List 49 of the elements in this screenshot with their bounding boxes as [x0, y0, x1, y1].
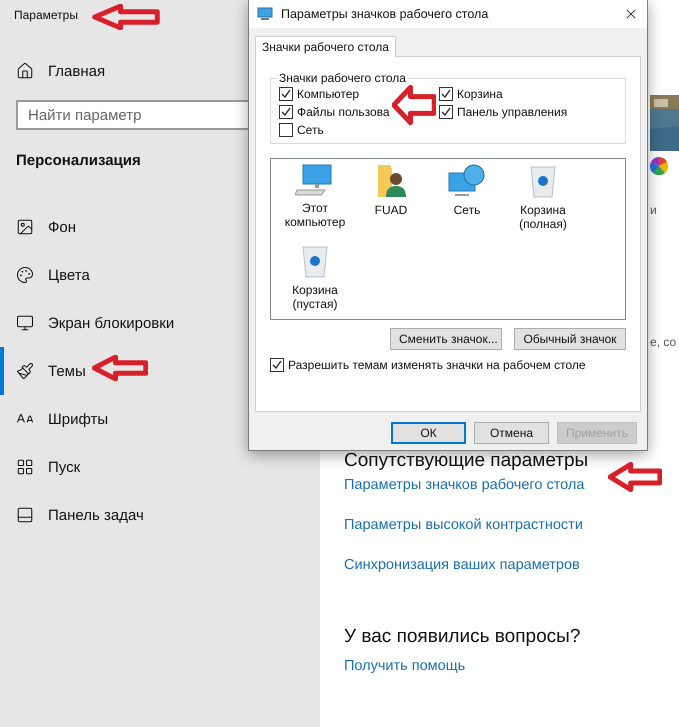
checkbox[interactable] — [279, 123, 293, 137]
app-title: Параметры — [14, 8, 78, 24]
user-folder-icon — [376, 163, 406, 199]
checkbox[interactable] — [279, 87, 293, 101]
panel-icon — [16, 506, 34, 524]
dialog-button[interactable]: ОК — [390, 422, 466, 444]
palette-icon — [16, 266, 34, 284]
checkbox[interactable] — [270, 358, 284, 372]
annotation-arrow — [92, 4, 160, 30]
settings-link[interactable]: Параметры высокой контрастности — [344, 516, 583, 534]
checkbox-label: Компьютер — [297, 87, 360, 101]
icon-label[interactable]: Этот компьютер — [277, 201, 353, 229]
settings-link[interactable]: Синхронизация ваших параметров — [344, 556, 580, 574]
group-title: Значки рабочего стола — [278, 71, 407, 85]
color-wheel-icon — [650, 157, 668, 175]
annotation-arrow — [392, 84, 436, 126]
monitor-icon — [257, 7, 273, 21]
text-fragment: е, со — [650, 335, 676, 349]
checkbox-label: Панель управления — [457, 105, 568, 119]
help-link[interactable]: Получить помощь — [344, 657, 466, 675]
tab[interactable]: Значки рабочего стола — [255, 36, 396, 57]
icon-label[interactable]: FUAD — [353, 203, 429, 217]
icon-label[interactable]: Корзина (пустая) — [277, 283, 353, 311]
dialog-button[interactable]: Сменить значок... — [390, 328, 502, 350]
monitor-icon — [16, 314, 34, 332]
checkbox-label: Корзина — [457, 87, 503, 101]
brush-icon — [16, 362, 34, 380]
annotation-arrow — [608, 462, 662, 492]
sidebar-item[interactable]: Панель задач — [0, 491, 320, 539]
dialog-button[interactable]: Отмена — [474, 422, 549, 444]
checkbox[interactable] — [439, 105, 453, 119]
sidebar-item[interactable]: Шрифты — [0, 395, 320, 443]
picture-icon — [16, 218, 34, 236]
checkbox[interactable] — [279, 105, 293, 119]
text-fragment: и — [650, 203, 657, 217]
network-icon — [447, 163, 487, 199]
section-heading: У вас появились вопросы? — [344, 626, 582, 648]
checkbox[interactable] — [439, 87, 453, 101]
home-icon — [16, 62, 34, 80]
grid-icon — [16, 458, 34, 476]
section-heading: Сопутствующие параметры — [344, 450, 590, 472]
annotation-arrow — [92, 355, 148, 381]
icon-label[interactable]: Корзина (полная) — [505, 203, 581, 231]
settings-link[interactable]: Параметры значков рабочего стола — [344, 476, 584, 494]
sidebar-item[interactable]: Пуск — [0, 443, 320, 491]
section-heading: Персонализация — [16, 152, 142, 169]
window-title: Параметры значков рабочего стола — [281, 7, 490, 21]
icon-label[interactable]: Сеть — [429, 203, 505, 217]
dialog-button[interactable]: Обычный значок — [514, 328, 626, 350]
